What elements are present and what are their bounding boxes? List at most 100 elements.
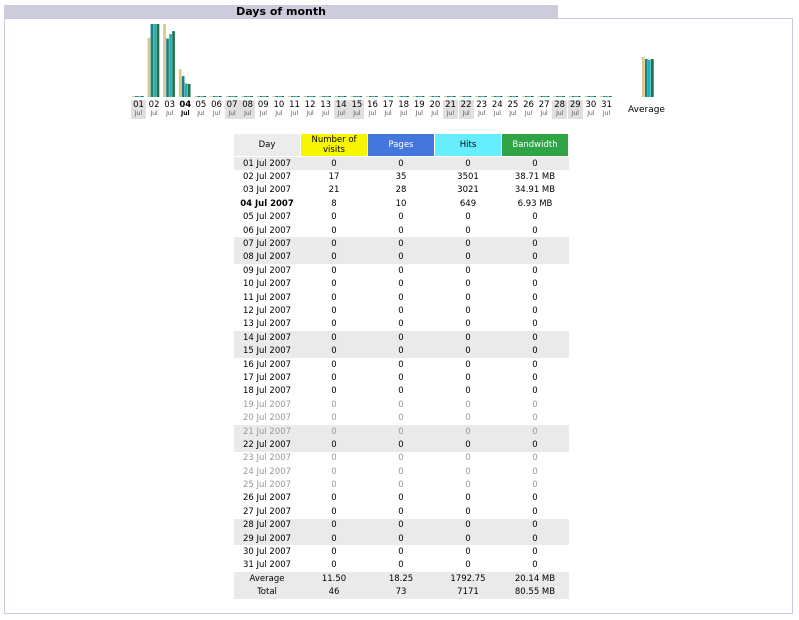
day-label: 31 Jul: [599, 100, 614, 119]
table-row: 29 Jul 2007 0 0 0 0: [233, 531, 569, 546]
bar-pages: [244, 96, 247, 97]
day-label: 29 Jul: [567, 100, 583, 119]
cell-hits: 0: [434, 237, 502, 251]
day-number: 30: [585, 100, 597, 110]
bar-bandwidth: [453, 96, 456, 97]
table-row: 14 Jul 2007 0 0 0 0: [233, 331, 569, 345]
day-month: Jul: [587, 110, 595, 117]
cell-day: 09 Jul 2007: [242, 265, 292, 276]
header-pages: Pages: [367, 133, 435, 157]
bar-hits: [496, 96, 500, 97]
cell-pages: 0: [398, 506, 404, 517]
table-row: 24 Jul 2007 0 0 0 0: [234, 465, 569, 478]
day-month: Jul: [322, 110, 330, 117]
day-label: 11 Jul: [287, 100, 302, 119]
bar-number-of-visits: [147, 37, 151, 97]
cell-pages: 0: [398, 225, 404, 236]
bar-pages: [493, 96, 497, 97]
cell-pages: 0: [398, 480, 404, 491]
bar-number-of-visits: [522, 96, 525, 97]
day-label: 06 Jul: [209, 100, 224, 119]
cell-bandwidth: 0: [501, 438, 569, 452]
cell-pages: 28: [395, 185, 407, 196]
day-number: 09: [257, 100, 269, 110]
cell-hits: 0: [465, 292, 471, 303]
cell-pages: 0: [398, 493, 404, 504]
cell-pages: 0: [367, 438, 435, 452]
day-number: 17: [382, 100, 394, 110]
bar-pages: [259, 96, 263, 97]
cell-day: 31 Jul 2007: [242, 560, 292, 571]
day-month: Jul: [540, 110, 548, 117]
day-label: 13 Jul: [318, 100, 333, 119]
day-number: 19: [413, 100, 425, 110]
bar-number-of-visits: [132, 96, 135, 97]
cell-hits: 0: [465, 413, 471, 424]
bar-pages: [400, 96, 403, 97]
bar-pages: [353, 96, 357, 97]
cell-pages: 0: [398, 212, 404, 223]
bar-number-of-visits: [350, 96, 354, 97]
bar-hits: [356, 96, 360, 97]
bar-bandwidth: [577, 96, 581, 97]
bar-pages: [587, 96, 591, 97]
bar-number-of-visits: [568, 96, 572, 97]
header-day: Day: [233, 133, 301, 157]
cell-day: 10 Jul 2007: [242, 279, 292, 290]
day-label: 23 Jul: [474, 100, 489, 119]
cell-bandwidth: 0: [532, 466, 538, 477]
cell-visits: 0: [331, 212, 337, 223]
cell-bandwidth: 0: [501, 250, 569, 265]
cell-pages: 0: [398, 279, 404, 290]
average-axis-label: Average: [628, 105, 665, 115]
bar-hits: [450, 96, 453, 97]
day-month: Jul: [353, 110, 361, 117]
day-number: 21: [445, 100, 456, 110]
bar-hits: [200, 96, 204, 97]
cell-pages: 0: [367, 531, 435, 546]
bar-hits: [231, 96, 235, 97]
cell-visits: 0: [331, 359, 337, 370]
cell-pages: 0: [367, 156, 435, 171]
cell-hits: 0: [465, 319, 471, 330]
day-number: 02: [148, 100, 160, 110]
header-bandwidth: Bandwidth: [501, 133, 569, 157]
cell-day: 18 Jul 2007: [242, 386, 292, 397]
cell-day: 26 Jul 2007: [242, 493, 292, 504]
bar-hits: [325, 96, 328, 97]
table-row: 19 Jul 2007 0 0 0 0: [234, 398, 569, 411]
cell-bandwidth: 0: [532, 506, 538, 517]
header-hits: Hits: [434, 133, 502, 157]
day-label: 17 Jul: [381, 100, 396, 119]
cell-day: 02 Jul 2007: [242, 172, 292, 183]
day-month: Jul: [197, 110, 205, 117]
bar-pages: [525, 96, 528, 97]
day-number: 29: [569, 100, 581, 110]
cell-visits: 0: [331, 265, 337, 276]
summary-pages: 73: [367, 585, 435, 599]
cell-day: 20 Jul 2007: [242, 413, 292, 424]
table-row: 30 Jul 2007 0 0 0 0: [234, 545, 569, 558]
cell-visits: 0: [331, 506, 337, 517]
table-row: 31 Jul 2007 0 0 0 0: [234, 559, 569, 572]
bar-pages: [540, 96, 544, 97]
bar-hits: [574, 96, 578, 97]
cell-hits: 0: [465, 560, 471, 571]
bar-hits: [418, 96, 422, 97]
cell-visits: 0: [331, 453, 337, 464]
cell-hits: 0: [465, 372, 471, 383]
summary-pages: 18.25: [367, 572, 435, 586]
cell-bandwidth: 0: [532, 547, 538, 558]
cell-hits: 0: [465, 493, 471, 504]
day-month: Jul: [478, 110, 486, 117]
day-label: 03 Jul: [162, 100, 177, 119]
table-row: 03 Jul 2007 21 28 3021 34.91 MB: [234, 184, 569, 197]
cell-visits: 0: [331, 399, 337, 410]
day-number: 13: [320, 100, 332, 110]
day-month: Jul: [431, 110, 439, 117]
cell-day: 01 Jul 2007: [233, 156, 301, 171]
day-number: 01: [133, 100, 144, 110]
cell-bandwidth: 38.71 MB: [514, 172, 556, 183]
cell-pages: 0: [398, 399, 404, 410]
bar-bandwidth: [312, 96, 316, 97]
